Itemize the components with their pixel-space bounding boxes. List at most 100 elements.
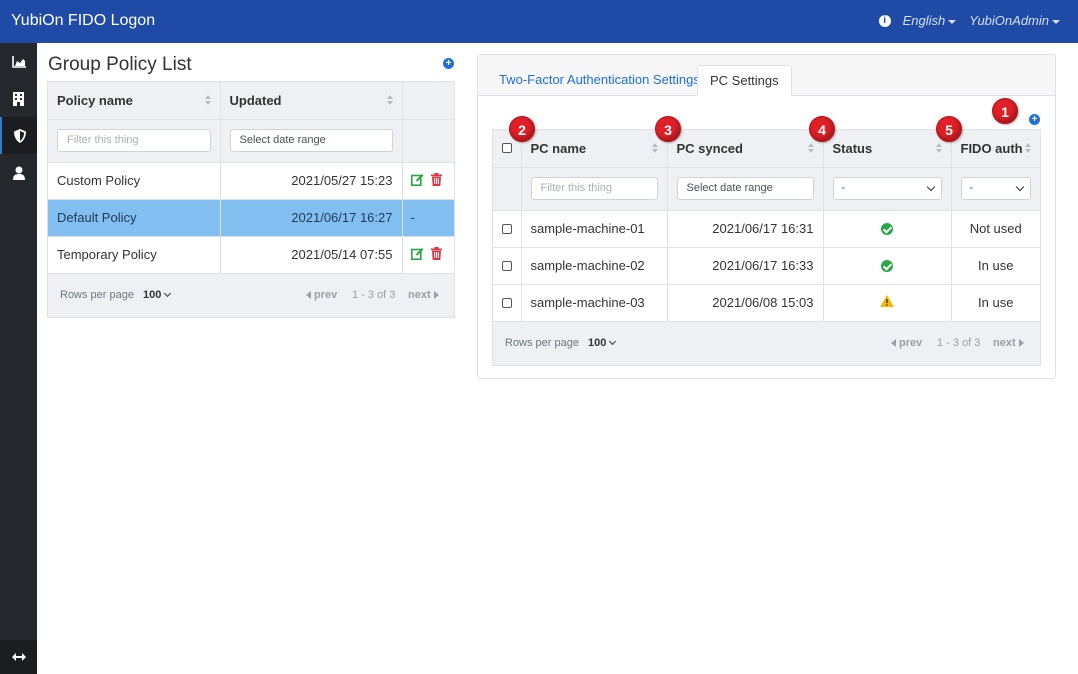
prev-label: prev [314, 289, 338, 301]
policy-detail-card: Two-Factor Authentication Settings PC Se… [477, 54, 1056, 379]
column-header-pc-synced[interactable]: PC synced [667, 130, 824, 168]
row-checkbox[interactable] [501, 223, 512, 234]
fido-auth-cell: Not used [951, 210, 1040, 248]
tab-pc-settings[interactable]: PC Settings [697, 65, 792, 96]
fido-auth-cell: In use [951, 247, 1040, 285]
chevron-down-icon [609, 337, 617, 346]
chevron-down-icon [164, 289, 172, 298]
rows-per-page-label: Rows per page [60, 289, 134, 301]
pc-name-cell: sample-machine-02 [521, 247, 668, 285]
pc-synced-cell: 2021/06/17 16:31 [667, 210, 824, 248]
warning-triangle-icon [880, 295, 894, 307]
table-row[interactable]: sample-machine-03 2021/06/08 15:03 In us… [493, 284, 1040, 322]
fido-auth-cell: In use [951, 284, 1040, 322]
table-row[interactable]: sample-machine-01 2021/06/17 16:31 Not u… [493, 210, 1040, 248]
add-pc-button[interactable]: + [1029, 114, 1040, 125]
pc-synced-cell: 2021/06/08 15:03 [667, 284, 824, 322]
caret-right-icon [1018, 339, 1024, 348]
table-footer: Rows per page 100 prev 1 - 3 of 3 next [493, 321, 1040, 365]
next-page-button[interactable]: next [408, 289, 439, 301]
sidebar-item-policy[interactable] [0, 117, 37, 154]
row-checkbox[interactable] [501, 260, 512, 271]
sort-icon [935, 143, 943, 154]
tab-two-factor-authentication[interactable]: Two-Factor Authentication Settings [487, 65, 712, 96]
header-label: Status [832, 140, 873, 156]
caret-left-icon [891, 339, 896, 348]
edit-icon[interactable] [410, 247, 424, 263]
page-range: 1 - 3 of 3 [352, 289, 396, 301]
caret-down-icon [1052, 19, 1060, 24]
pc-synced-date-range-input[interactable]: Select date range [676, 177, 814, 200]
rows-per-page-select[interactable]: 100 [143, 289, 172, 301]
caret-down-icon [948, 19, 957, 24]
policy-name-cell: Default Policy [48, 199, 221, 237]
fido-filter-value: - [969, 182, 974, 194]
delete-icon[interactable] [431, 246, 443, 263]
next-page-button[interactable]: next [993, 337, 1024, 349]
updated-date-range-input[interactable]: Select date range [229, 129, 393, 152]
sidebar-item-users[interactable] [0, 154, 37, 191]
row-checkbox[interactable] [501, 297, 512, 308]
sidebar-toggle[interactable] [0, 640, 37, 674]
header-label: PC name [530, 140, 587, 156]
prev-page-button[interactable]: prev [891, 337, 922, 349]
column-header-updated[interactable]: Updated [220, 82, 403, 120]
select-all-checkbox[interactable] [501, 143, 512, 154]
fido-filter-select[interactable]: - [960, 177, 1031, 200]
column-header-status[interactable]: Status [823, 130, 952, 168]
sort-icon [204, 95, 212, 106]
rows-per-page-value: 100 [143, 289, 162, 301]
page-title: Group Policy List [48, 54, 192, 75]
pc-table: PC name PC synced Status FIDO auth Filte… [492, 129, 1041, 366]
sidebar [0, 43, 37, 674]
policy-name-cell: Temporary Policy [48, 236, 221, 274]
edit-icon[interactable] [410, 173, 424, 189]
callout-badge-3: 3 [655, 116, 681, 142]
callout-badge-1: 1 [992, 98, 1018, 124]
action-cell: - [402, 199, 454, 237]
pc-name-cell: sample-machine-03 [521, 284, 668, 322]
status-filter-value: - [841, 182, 846, 194]
language-dropdown[interactable]: English [903, 13, 957, 28]
shield-icon [13, 128, 26, 143]
app-title[interactable]: YubiOn FIDO Logon [11, 12, 155, 30]
delete-icon[interactable] [431, 172, 443, 189]
user-icon [12, 166, 25, 180]
arrows-horizontal-icon [11, 653, 26, 661]
column-header-pc-name[interactable]: PC name [521, 130, 668, 168]
table-row[interactable]: Temporary Policy 2021/05/14 07:55 [48, 236, 454, 274]
table-row-selected[interactable]: Default Policy 2021/06/17 16:27 - [48, 199, 454, 237]
prev-label: prev [899, 337, 923, 349]
building-icon [13, 91, 24, 106]
prev-page-button[interactable]: prev [306, 289, 337, 301]
check-circle-icon [881, 259, 893, 272]
header-label: Policy name [57, 92, 133, 108]
sort-icon [651, 143, 659, 154]
column-header-policy-name[interactable]: Policy name [48, 82, 221, 120]
info-icon[interactable]: i [878, 14, 891, 27]
pc-name-cell: sample-machine-01 [521, 210, 668, 248]
header-label: Updated [229, 92, 282, 108]
callout-badge-4: 4 [809, 116, 835, 142]
next-label: next [408, 289, 431, 301]
sort-icon [386, 95, 394, 106]
status-filter-select[interactable]: - [832, 177, 942, 200]
caret-left-icon [306, 291, 311, 300]
sort-icon [1025, 143, 1032, 154]
policy-table: Policy name Updated Filter this thing Se… [47, 81, 455, 318]
updated-cell: 2021/05/14 07:55 [220, 236, 403, 274]
sidebar-item-organization[interactable] [0, 80, 37, 117]
table-footer: Rows per page 100 prev 1 - 3 of 3 next [48, 273, 454, 317]
user-dropdown[interactable]: YubiOnAdmin [969, 13, 1060, 28]
page-range: 1 - 3 of 3 [937, 337, 981, 349]
rows-per-page-select[interactable]: 100 [588, 337, 617, 349]
pc-name-filter-input[interactable]: Filter this thing [530, 177, 658, 200]
add-policy-button[interactable]: + [443, 58, 454, 69]
column-header-fido-auth[interactable]: FIDO auth [951, 130, 1040, 168]
sidebar-item-dashboard[interactable] [0, 43, 37, 80]
policy-name-filter-input[interactable]: Filter this thing [57, 129, 211, 152]
callout-badge-5: 5 [936, 116, 962, 142]
pc-synced-cell: 2021/06/17 16:33 [667, 247, 824, 285]
table-row[interactable]: Custom Policy 2021/05/27 15:23 [48, 162, 454, 200]
table-row[interactable]: sample-machine-02 2021/06/17 16:33 In us… [493, 247, 1040, 285]
